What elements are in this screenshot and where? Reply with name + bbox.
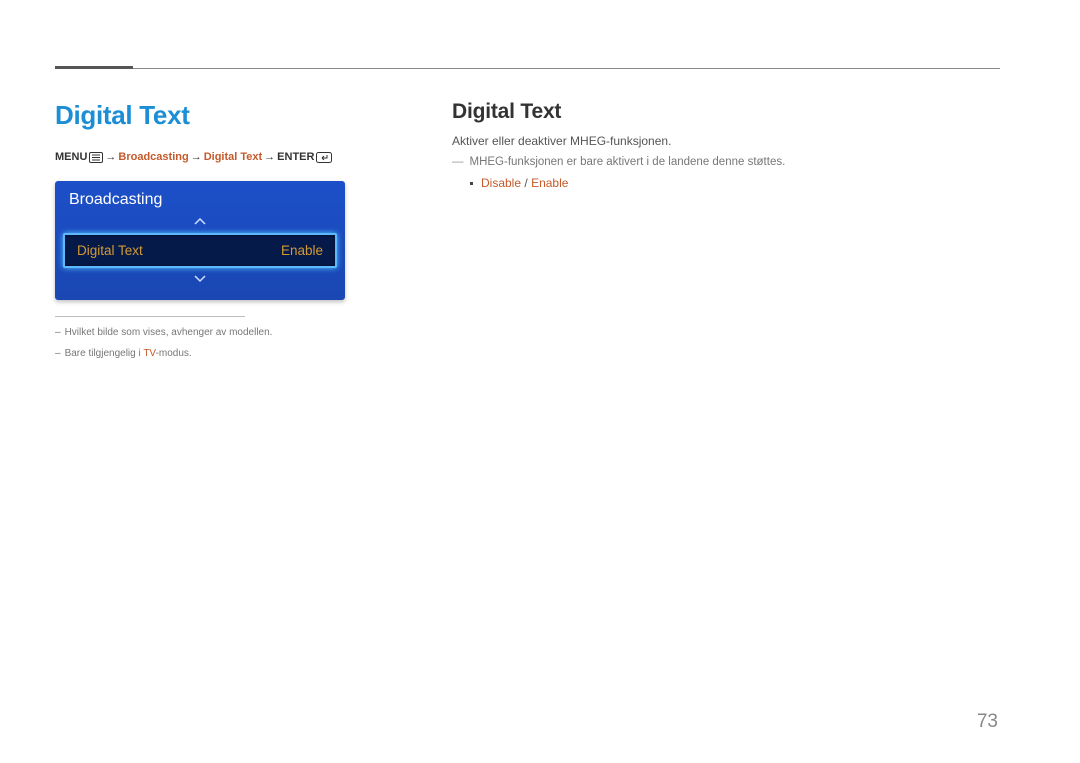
- menu-panel-title-row: Broadcasting: [55, 181, 345, 215]
- note-rule: [55, 316, 245, 317]
- footnote-2-hl: TV: [143, 348, 155, 359]
- description-text: Aktiver eller deaktiver MHEG-funksjonen.: [452, 134, 992, 148]
- menu-row-value: Enable: [281, 243, 323, 258]
- right-column: Digital Text Aktiver eller deaktiver MHE…: [452, 100, 992, 190]
- menu-label: MENU: [55, 151, 87, 163]
- arrow-3: →: [264, 151, 275, 163]
- page-title-left: Digital Text: [55, 100, 345, 131]
- chevron-up-icon[interactable]: [55, 215, 345, 229]
- left-column: Digital Text MENU → Broadcasting → Digit…: [55, 100, 345, 359]
- footnote-2-post: -modus.: [156, 348, 192, 359]
- option-separator: /: [524, 176, 527, 190]
- sub-note-text: MHEG-funksjonen er bare aktivert i de la…: [470, 156, 786, 168]
- arrow-2: →: [191, 151, 202, 163]
- menu-panel: Broadcasting Digital Text Enable: [55, 181, 345, 300]
- footnote-1: – Hvilket bilde som vises, avhenger av m…: [55, 327, 345, 338]
- option-enable: Enable: [531, 176, 568, 190]
- menu-breadcrumb: MENU → Broadcasting → Digital Text → ENT…: [55, 151, 345, 163]
- chevron-down-icon[interactable]: [55, 272, 345, 286]
- menu-row-label: Digital Text: [77, 243, 143, 258]
- dash-icon: –: [55, 327, 61, 338]
- options-line: Disable / Enable: [470, 176, 992, 190]
- arrow-1: →: [105, 151, 116, 163]
- top-rule-bold: [55, 66, 133, 69]
- footnote-2: – Bare tilgjengelig i TV-modus.: [55, 348, 345, 359]
- page-number: 73: [977, 711, 998, 733]
- crumb-broadcasting: Broadcasting: [118, 151, 188, 163]
- enter-label: ENTER: [277, 151, 314, 163]
- footnote-2-pre: Bare tilgjengelig i: [65, 348, 144, 359]
- footnote-1-text: Hvilket bilde som vises, avhenger av mod…: [65, 327, 273, 338]
- enter-icon: [316, 152, 332, 163]
- dash-icon: –: [55, 348, 61, 359]
- top-rule: [55, 68, 1000, 69]
- dash-icon: ―: [452, 156, 464, 168]
- footnote-2-text: Bare tilgjengelig i TV-modus.: [65, 348, 192, 359]
- menu-panel-title: Broadcasting: [69, 191, 162, 209]
- menu-row-digital-text[interactable]: Digital Text Enable: [63, 233, 337, 268]
- bullet-icon: [470, 182, 473, 185]
- crumb-digital-text: Digital Text: [204, 151, 262, 163]
- section-title-right: Digital Text: [452, 100, 992, 124]
- menu-icon: [89, 152, 103, 163]
- sub-note: ― MHEG-funksjonen er bare aktivert i de …: [452, 156, 992, 168]
- option-disable: Disable: [481, 176, 521, 190]
